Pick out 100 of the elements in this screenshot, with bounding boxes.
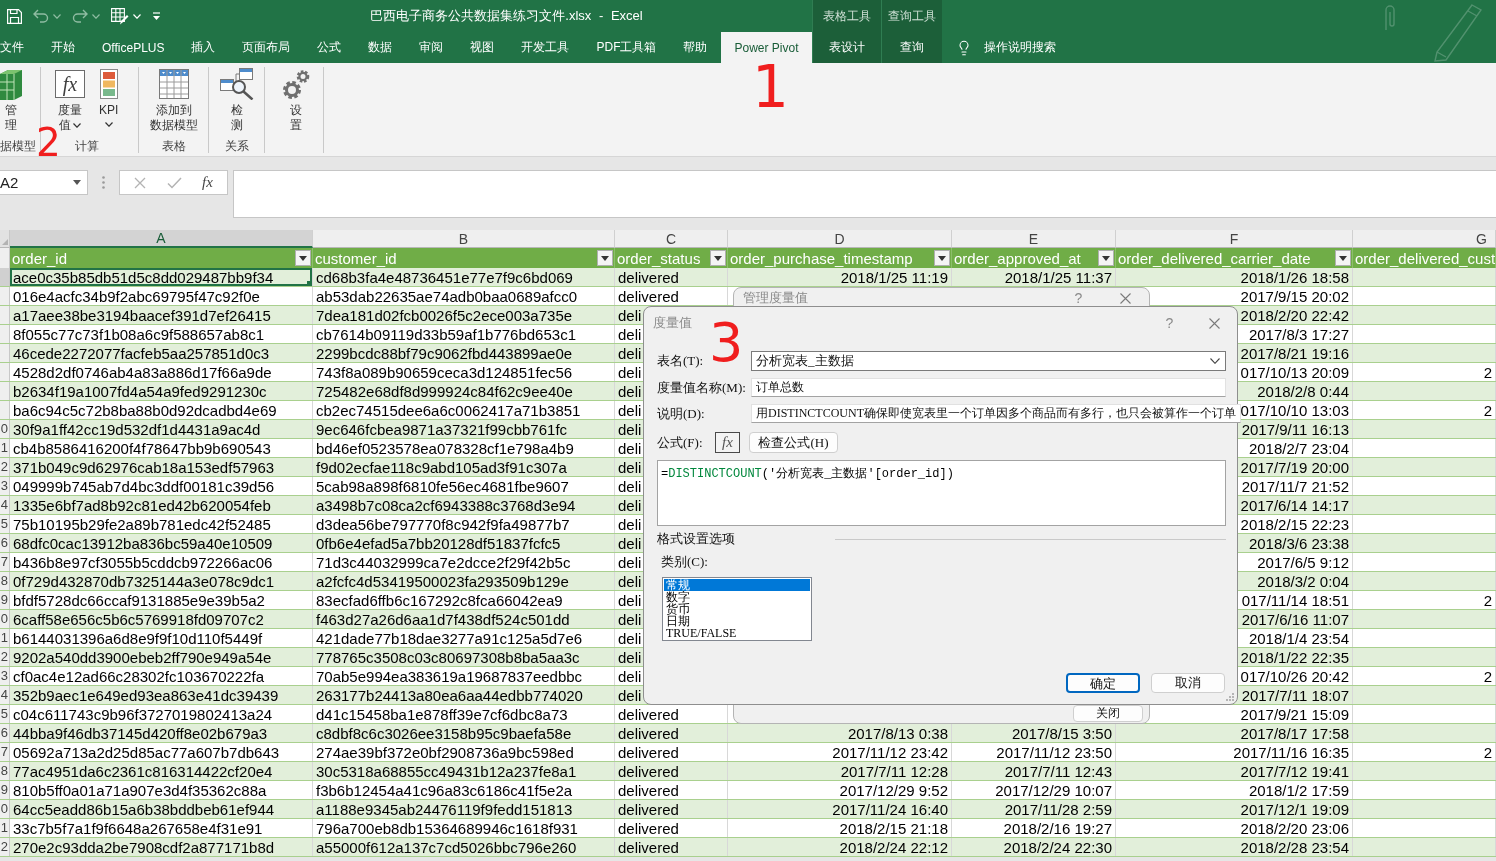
- row-header[interactable]: [0, 325, 10, 343]
- carrier-date-text: 017/10/10 13:03: [1240, 401, 1349, 419]
- carrier-date-text: 2018/3/2 0:04: [1257, 572, 1349, 590]
- row-header[interactable]: [0, 287, 10, 305]
- ribbon-tab[interactable]: 视图: [457, 32, 508, 63]
- ribbon-tab[interactable]: 查询: [882, 32, 942, 63]
- column-letter[interactable]: F: [1116, 230, 1353, 248]
- check-formula-button[interactable]: 检查公式(H): [749, 432, 838, 453]
- row-header[interactable]: [0, 401, 10, 419]
- ribbon-tab[interactable]: 开始: [37, 32, 89, 63]
- ribbon-tab[interactable]: 插入: [178, 32, 229, 63]
- category-option[interactable]: 数字: [664, 591, 810, 603]
- status-text: delivered: [618, 781, 679, 799]
- row-header[interactable]: 0: [0, 610, 10, 628]
- row-header[interactable]: 7: [0, 743, 10, 761]
- row-header[interactable]: 8: [0, 572, 10, 590]
- add-to-data-model-button[interactable]: 添加到数据模型: [146, 68, 203, 133]
- ribbon-tab[interactable]: 文件: [0, 32, 38, 63]
- row-header[interactable]: 0: [0, 420, 10, 438]
- dialog-title: 度量值: [653, 314, 693, 332]
- filter-button[interactable]: [597, 250, 613, 266]
- row-header[interactable]: [0, 248, 10, 268]
- row-header[interactable]: 3: [0, 477, 10, 495]
- stacked-bars-icon: [99, 69, 118, 99]
- ribbon-tab[interactable]: 数据: [355, 32, 406, 63]
- row-header[interactable]: 6: [0, 724, 10, 742]
- row-header[interactable]: 7: [0, 553, 10, 571]
- row-header[interactable]: 4: [0, 496, 10, 514]
- detect-button[interactable]: 检测: [216, 68, 259, 133]
- filter-button[interactable]: [295, 250, 311, 266]
- tell-me-search[interactable]: 操作说明搜索: [956, 39, 1056, 56]
- column-letter[interactable]: A: [10, 230, 313, 248]
- ribbon-tab[interactable]: 页面布局: [229, 32, 304, 63]
- column-letter[interactable]: C: [615, 230, 728, 248]
- ribbon-tab[interactable]: 帮助: [670, 32, 721, 63]
- category-option[interactable]: 货币: [664, 603, 810, 615]
- ribbon-tab[interactable]: PDF工具箱: [583, 32, 670, 63]
- ribbon-tab[interactable]: 开发工具: [508, 32, 583, 63]
- row-header[interactable]: [0, 382, 10, 400]
- column-letter[interactable]: E: [952, 230, 1116, 248]
- insert-function-button[interactable]: fx: [197, 172, 217, 193]
- category-list[interactable]: 常规 数字 货币 日期 TRUE/FALSE: [662, 577, 812, 641]
- ribbon-tab[interactable]: 公式: [304, 32, 355, 63]
- ribbon-tab[interactable]: 审阅: [406, 32, 457, 63]
- customer-id-text: 9ec646fcbea9871a37321f99cbb761fc: [316, 420, 568, 438]
- measure-name-field[interactable]: 订单总数: [751, 378, 1226, 397]
- row-header[interactable]: [0, 363, 10, 381]
- row-header[interactable]: 4: [0, 686, 10, 704]
- select-all-button[interactable]: [0, 230, 10, 248]
- status-text: deli: [618, 610, 642, 628]
- row-header[interactable]: 6: [0, 534, 10, 552]
- fx-button[interactable]: fx: [715, 432, 740, 453]
- row-header[interactable]: 5: [0, 515, 10, 533]
- carrier-date-text: 2017/11/7 21:52: [1241, 477, 1349, 495]
- row-header[interactable]: 1: [0, 439, 10, 457]
- row-header[interactable]: 3: [0, 667, 10, 685]
- column-letter[interactable]: B: [313, 230, 615, 248]
- row-header[interactable]: [0, 268, 10, 286]
- filter-button[interactable]: [934, 250, 950, 266]
- row-header[interactable]: 9: [0, 781, 10, 799]
- status-text: deli: [618, 534, 642, 552]
- formula-editor[interactable]: =DISTINCTCOUNT('分析宽表_主数据'[order_id]): [657, 460, 1226, 526]
- row-header[interactable]: 1: [0, 819, 10, 837]
- column-letter[interactable]: G: [1353, 230, 1496, 248]
- ok-button[interactable]: 确定: [1066, 673, 1140, 693]
- ribbon-tab[interactable]: OfficePLUS: [88, 32, 178, 63]
- row-header[interactable]: 2: [0, 648, 10, 666]
- row-header[interactable]: 8: [0, 762, 10, 780]
- filter-button[interactable]: [1335, 250, 1351, 266]
- row-header[interactable]: [0, 344, 10, 362]
- row-header[interactable]: 2: [0, 838, 10, 856]
- row-header[interactable]: 1: [0, 629, 10, 647]
- row-header[interactable]: 0: [0, 800, 10, 818]
- purchase-time-text: 2017/12/29 9:52: [839, 781, 948, 799]
- row-header[interactable]: [0, 306, 10, 324]
- window-title: 巴西电子商务公共数据集练习文件.xlsx - Excel: [369, 7, 644, 25]
- manage-button[interactable]: 管理: [0, 68, 22, 133]
- close-dialog-button[interactable]: 关闭: [1073, 705, 1143, 722]
- column-letter[interactable]: D: [728, 230, 952, 248]
- category-option[interactable]: TRUE/FALSE: [664, 627, 810, 639]
- customer-id-text: f9d02ecfae118c9abd105ad3f91c307a: [316, 458, 567, 476]
- ribbon-tab[interactable]: 表设计: [813, 32, 881, 63]
- caret-down-icon: [299, 255, 307, 261]
- filter-button[interactable]: [710, 250, 726, 266]
- context-group-title: 表格工具: [822, 7, 872, 25]
- cancel-button[interactable]: 取消: [1151, 673, 1225, 693]
- status-text: deli: [618, 382, 642, 400]
- table-select[interactable]: 分析宽表_主数据: [751, 351, 1226, 371]
- name-box[interactable]: A2: [0, 170, 88, 195]
- settings-button[interactable]: 设置: [277, 68, 316, 133]
- row-header[interactable]: 5: [0, 705, 10, 723]
- formula-input[interactable]: [233, 170, 1496, 218]
- category-option[interactable]: 常规: [664, 579, 810, 591]
- ribbon-tab[interactable]: Power Pivot: [721, 32, 812, 63]
- row-header[interactable]: 2: [0, 458, 10, 476]
- row-header[interactable]: 9: [0, 591, 10, 609]
- category-option[interactable]: 日期: [664, 615, 810, 627]
- description-field[interactable]: 用DISTINCTCOUNT确保即使宽表里一个订单因多个商品而有多行，也只会被算作一个订单: [751, 404, 1241, 423]
- filter-button[interactable]: [1098, 250, 1114, 266]
- kpi-button[interactable]: KPI: [95, 68, 123, 130]
